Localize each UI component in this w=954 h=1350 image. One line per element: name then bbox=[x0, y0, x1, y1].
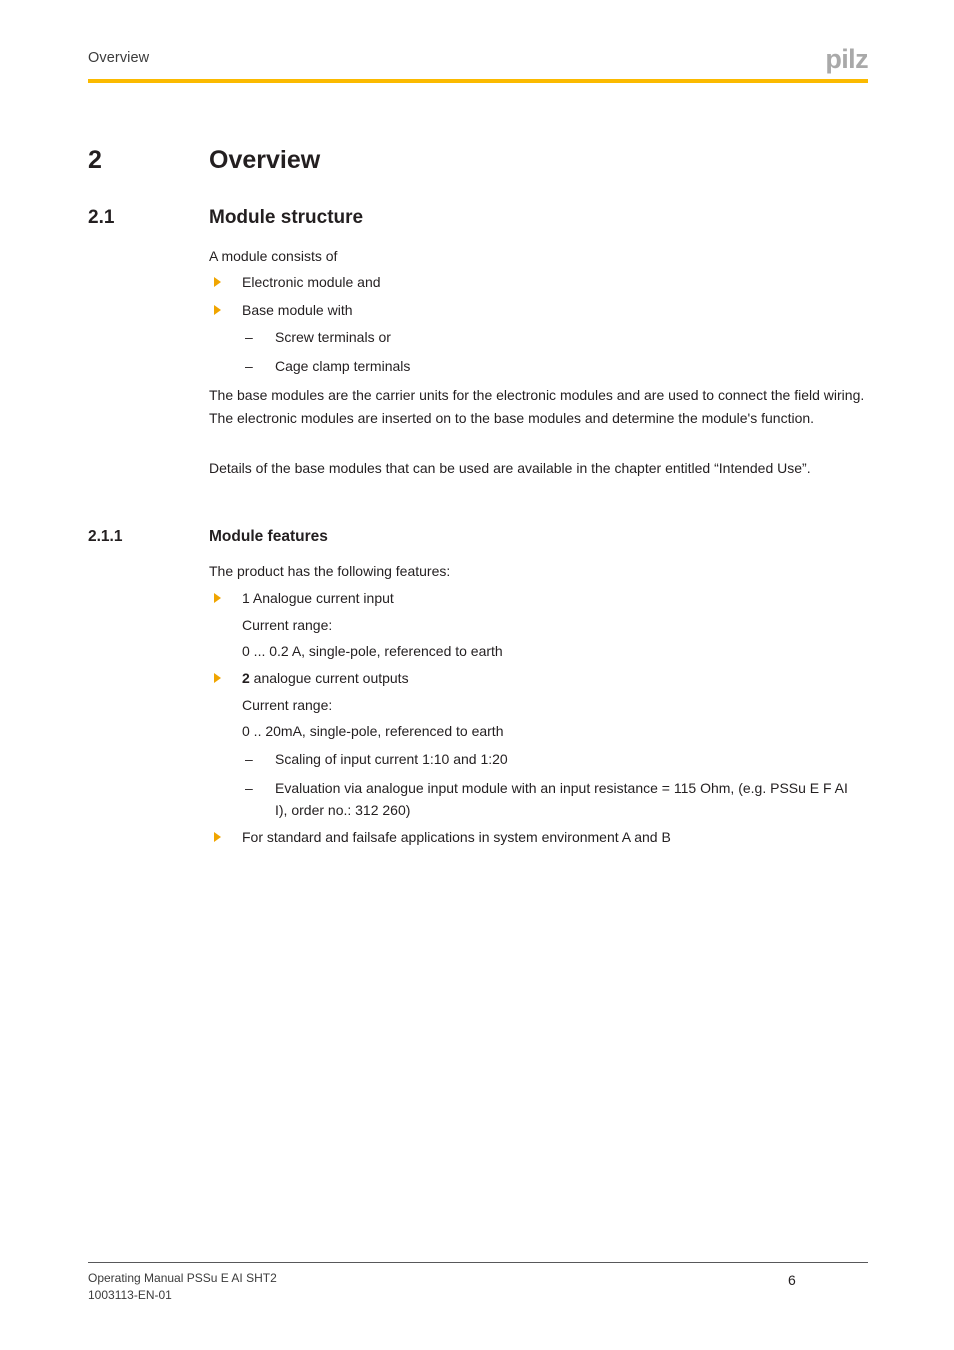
list-item-label: Scaling of input current 1:10 and 1:20 bbox=[275, 751, 508, 767]
chapter-number: 2 bbox=[88, 146, 102, 174]
section-heading: 2.1 Module structure bbox=[88, 207, 868, 229]
subsection-number: 2.1.1 bbox=[88, 528, 123, 545]
list-item: Base module with bbox=[209, 299, 868, 322]
feature-1-range-value: 0 ... 0.2 A, single-pole, referenced to … bbox=[242, 643, 503, 659]
list-item: – Cage clamp terminals bbox=[242, 355, 868, 378]
list-item: – Screw terminals or bbox=[242, 326, 868, 349]
feature-2-count: 2 bbox=[242, 670, 250, 686]
feature-2-range-value: 0 .. 20mA, single-pole, referenced to ea… bbox=[242, 723, 504, 739]
section-intro-block: A module consists of bbox=[209, 245, 868, 268]
triangle-bullet-icon bbox=[214, 304, 221, 315]
running-header-title: Overview bbox=[88, 50, 150, 66]
logo-wordmark: pilz bbox=[825, 44, 868, 74]
subsection-heading: 2.1.1 Module features bbox=[88, 528, 868, 546]
paragraph-text: The base modules are the carrier units f… bbox=[209, 387, 865, 426]
list-item: 2 analogue current outputs bbox=[209, 667, 868, 690]
footer-doc-number: 1003113-EN-01 bbox=[88, 1288, 172, 1302]
dash-bullet-icon: – bbox=[245, 357, 253, 374]
feature-2-range-label: Current range: bbox=[242, 696, 333, 713]
feature-2-sub-list: – Scaling of input current 1:10 and 1:20… bbox=[209, 748, 849, 822]
list-item: Electronic module and bbox=[209, 271, 868, 294]
section-paragraph-2: Details of the base modules that can be … bbox=[209, 457, 868, 480]
chapter-heading: 2 Overview bbox=[88, 146, 868, 175]
section-title: Module structure bbox=[209, 207, 364, 228]
list-item-label: Cage clamp terminals bbox=[275, 357, 411, 374]
section-number: 2.1 bbox=[88, 207, 115, 228]
pilz-logo: pilz bbox=[796, 46, 868, 73]
paragraph-text: Details of the base modules that can be … bbox=[209, 460, 811, 476]
document-page: Overview pilz 2 Overview 2.1 Module struct… bbox=[0, 0, 954, 1350]
subsection-title: Module features bbox=[209, 528, 328, 545]
footer-divider bbox=[88, 1262, 868, 1263]
section-paragraph-1: The base modules are the carrier units f… bbox=[209, 384, 868, 429]
chapter-title: Overview bbox=[209, 146, 321, 174]
triangle-bullet-icon bbox=[214, 277, 221, 287]
dash-bullet-icon: – bbox=[245, 779, 253, 796]
triangle-bullet-icon bbox=[214, 832, 221, 842]
subsection-intro-text: The product has the following features: bbox=[209, 563, 451, 579]
triangle-bullet-icon bbox=[214, 673, 221, 683]
section-sub-bullet-list: – Screw terminals or – Cage clamp termin… bbox=[209, 326, 868, 377]
list-item: For standard and failsafe applications i… bbox=[209, 826, 868, 849]
list-item: – Evaluation via analogue input module w… bbox=[242, 777, 849, 822]
dash-bullet-icon: – bbox=[245, 329, 253, 345]
feature-1-block: 1 Analogue current input Current range: … bbox=[209, 587, 868, 663]
page-number: 6 bbox=[788, 1272, 796, 1288]
feature-1-range-label: Current range: bbox=[242, 616, 333, 633]
list-item-label: Screw terminals or bbox=[275, 329, 391, 345]
list-item: – Scaling of input current 1:10 and 1:20 bbox=[242, 748, 849, 771]
feature-3-block: For standard and failsafe applications i… bbox=[209, 826, 868, 849]
section-bullet-list: Electronic module and Base module with bbox=[209, 271, 868, 321]
footer-manual-title: Operating Manual PSSu E AI SHT2 bbox=[88, 1271, 277, 1285]
list-item-label: Electronic module and bbox=[242, 274, 381, 290]
subsection-intro-block: The product has the following features: bbox=[209, 560, 868, 583]
feature-2-heading: analogue current outputs bbox=[249, 670, 409, 686]
list-item-label: Base module with bbox=[242, 301, 353, 318]
list-item-label: Evaluation via analogue input module wit… bbox=[275, 779, 848, 819]
list-item: 1 Analogue current input bbox=[209, 587, 868, 610]
feature-1-heading: 1 Analogue current input bbox=[242, 590, 394, 606]
feature-2-block: 2 analogue current outputs Current range… bbox=[209, 667, 868, 743]
dash-bullet-icon: – bbox=[245, 751, 253, 767]
section-intro-text: A module consists of bbox=[209, 248, 338, 264]
list-item-label: For standard and failsafe applications i… bbox=[242, 829, 671, 845]
triangle-bullet-icon bbox=[214, 593, 221, 603]
footer-left-block: Operating Manual PSSu E AI SHT2 1003113-… bbox=[88, 1270, 277, 1304]
header-accent-rule bbox=[88, 79, 868, 83]
